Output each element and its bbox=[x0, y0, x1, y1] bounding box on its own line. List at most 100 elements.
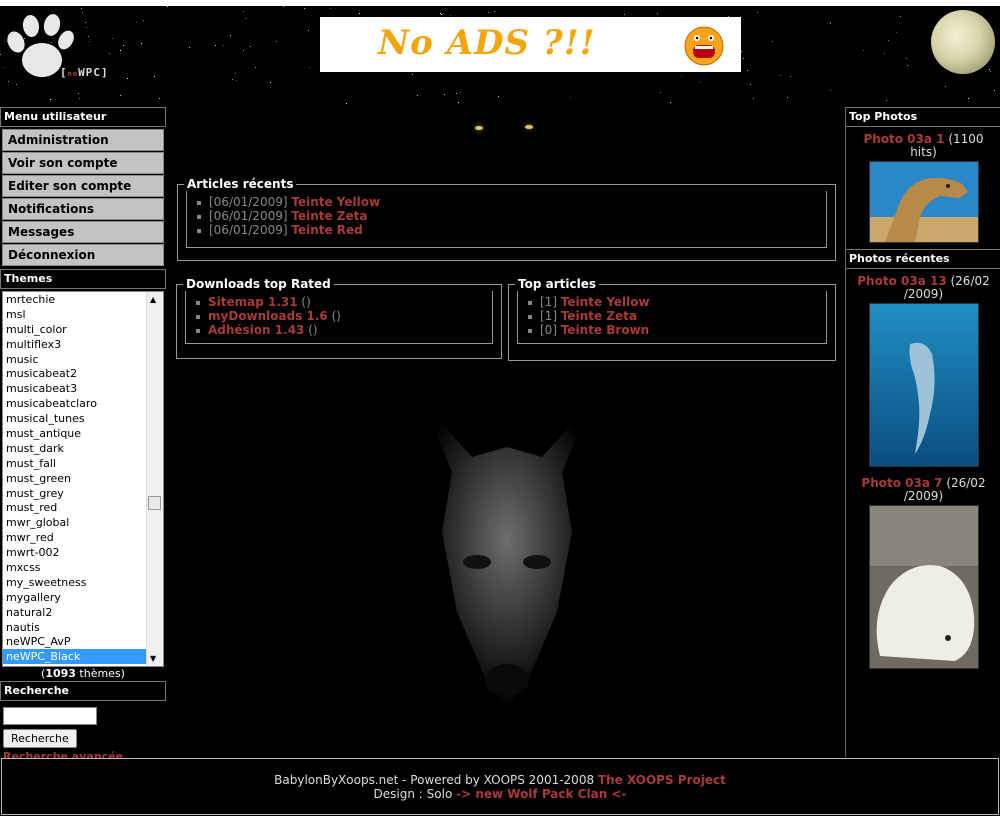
theme-option[interactable]: must_red bbox=[3, 500, 163, 515]
download-link[interactable]: Sitemap 1.31 bbox=[208, 295, 298, 309]
star bbox=[167, 6, 168, 7]
theme-option[interactable]: my_sweetness bbox=[3, 575, 163, 590]
user-menu: Administration Voir son compte Editer so… bbox=[0, 127, 166, 269]
search-button[interactable]: Recherche bbox=[3, 728, 77, 748]
star bbox=[863, 50, 864, 51]
menu-item-logout[interactable]: Déconnexion bbox=[2, 244, 164, 266]
star bbox=[79, 98, 80, 99]
scroll-down-arrow-icon[interactable]: ▼ bbox=[150, 654, 156, 663]
download-link[interactable]: myDownloads 1.6 bbox=[208, 309, 328, 323]
star bbox=[945, 86, 946, 87]
menu-item-edit-account[interactable]: Editer son compte bbox=[2, 175, 164, 197]
theme-option[interactable]: musicabeat3 bbox=[3, 381, 163, 396]
star bbox=[283, 6, 284, 7]
theme-option[interactable]: must_antique bbox=[3, 426, 163, 441]
themes-scrollbar[interactable]: ▲ ▼ bbox=[146, 292, 163, 666]
theme-option[interactable]: mxcss bbox=[3, 560, 163, 575]
scroll-up-arrow-icon[interactable]: ▲ bbox=[150, 295, 156, 304]
article-rank: [0] bbox=[540, 323, 557, 337]
article-date: [06/01/2009] bbox=[209, 195, 288, 209]
article-link[interactable]: Teinte Yellow bbox=[561, 295, 650, 309]
footer-design-link[interactable]: -> new Wolf Pack Clan <- bbox=[456, 787, 626, 801]
article-link[interactable]: Teinte Brown bbox=[561, 323, 649, 337]
star bbox=[235, 73, 236, 74]
theme-option[interactable]: multi_color bbox=[3, 322, 163, 337]
theme-option[interactable]: must_fall bbox=[3, 456, 163, 471]
theme-option[interactable]: must_grey bbox=[3, 486, 163, 501]
polar-bear-photo[interactable] bbox=[868, 505, 979, 669]
theme-option[interactable]: musicabeat2 bbox=[3, 366, 163, 381]
logo-text: [neWPC] bbox=[60, 66, 109, 79]
logo-prefix: ne bbox=[67, 70, 79, 78]
site-logo[interactable]: [neWPC] bbox=[2, 10, 142, 90]
themes-listbox[interactable]: mrtechie msl multi_color multiflex3 music mus… bbox=[2, 291, 164, 667]
star bbox=[270, 82, 271, 83]
theme-option[interactable]: mygallery bbox=[3, 590, 163, 605]
star bbox=[143, 20, 144, 21]
article-link[interactable]: Teinte Zeta bbox=[561, 309, 637, 323]
list-item: [0] Teinte Brown bbox=[528, 323, 816, 337]
star bbox=[747, 70, 748, 71]
star bbox=[230, 35, 231, 36]
star bbox=[570, 97, 571, 98]
top-photos-title: Top Photos bbox=[846, 107, 1000, 127]
star bbox=[232, 79, 233, 80]
footer-xoops-link[interactable]: The XOOPS Project bbox=[598, 773, 726, 787]
theme-count: (1093 thèmes) bbox=[0, 667, 166, 681]
theme-option[interactable]: music bbox=[3, 352, 163, 367]
menu-item-messages[interactable]: Messages bbox=[2, 221, 164, 243]
photo-link[interactable]: Photo 03a 13 bbox=[857, 274, 946, 288]
star bbox=[670, 102, 671, 103]
theme-option[interactable]: mrtechie bbox=[3, 292, 163, 307]
theme-option[interactable]: natural2 bbox=[3, 605, 163, 620]
right-column: Top Photos Photo 03a 1 (1100 hits) Photo… bbox=[845, 107, 1000, 757]
star bbox=[989, 69, 990, 70]
theme-option[interactable]: mwr_red bbox=[3, 530, 163, 545]
left-column: Menu utilisateur Administration Voir son… bbox=[0, 107, 166, 763]
theme-option[interactable]: mwrt-002 bbox=[3, 545, 163, 560]
theme-option[interactable]: neWPC_AvP bbox=[3, 634, 163, 649]
theme-option[interactable]: must_dark bbox=[3, 441, 163, 456]
downloads-title: Downloads top Rated bbox=[186, 277, 331, 291]
theme-option[interactable]: nautis bbox=[3, 620, 163, 635]
user-menu-title: Menu utilisateur bbox=[0, 107, 166, 127]
dolphin-photo[interactable] bbox=[868, 303, 979, 467]
article-link[interactable]: Teinte Yellow bbox=[291, 195, 380, 209]
star bbox=[990, 71, 991, 72]
article-link[interactable]: Teinte Red bbox=[291, 223, 362, 237]
theme-count-number: 1093 bbox=[45, 667, 76, 680]
theme-option[interactable]: musical_tunes bbox=[3, 411, 163, 426]
scroll-thumb[interactable] bbox=[148, 496, 161, 510]
star bbox=[460, 92, 461, 93]
star bbox=[660, 92, 661, 93]
theme-option[interactable]: multiflex3 bbox=[3, 337, 163, 352]
camel-photo[interactable] bbox=[868, 161, 979, 243]
article-link[interactable]: Teinte Zeta bbox=[291, 209, 367, 223]
menu-item-notifications[interactable]: Notifications bbox=[2, 198, 164, 220]
search-input[interactable] bbox=[3, 706, 97, 725]
photo-link[interactable]: Photo 03a 7 bbox=[861, 476, 942, 490]
star bbox=[657, 13, 658, 14]
star bbox=[223, 45, 224, 46]
recent-photos-title: Photos récentes bbox=[846, 249, 1000, 269]
theme-option[interactable]: msl bbox=[3, 307, 163, 322]
star bbox=[450, 15, 451, 16]
moon-image bbox=[931, 10, 995, 74]
page: [neWPC] No ADS ?!! Menu utilisateur Admi… bbox=[0, 6, 1000, 816]
menu-item-administration[interactable]: Administration bbox=[2, 129, 164, 151]
photo-link[interactable]: Photo 03a 1 bbox=[863, 132, 944, 146]
search-block: Recherche Recherche avancée bbox=[0, 701, 166, 767]
article-date: [06/01/2009] bbox=[209, 209, 288, 223]
download-link[interactable]: Adhésion 1.43 bbox=[208, 323, 304, 337]
star bbox=[78, 93, 79, 94]
theme-option[interactable]: musicabeatclaro bbox=[3, 396, 163, 411]
logo-name: WPC bbox=[78, 66, 101, 79]
menu-item-view-account[interactable]: Voir son compte bbox=[2, 152, 164, 174]
theme-option[interactable]: neWPC_Black bbox=[3, 649, 163, 665]
ad-banner[interactable]: No ADS ?!! bbox=[320, 17, 741, 72]
article-rank: [1] bbox=[540, 309, 557, 323]
theme-option[interactable]: must_green bbox=[3, 471, 163, 486]
list-item: Adhésion 1.43 () bbox=[196, 323, 482, 337]
list-item: [1] Teinte Zeta bbox=[528, 309, 816, 323]
theme-option[interactable]: mwr_global bbox=[3, 515, 163, 530]
